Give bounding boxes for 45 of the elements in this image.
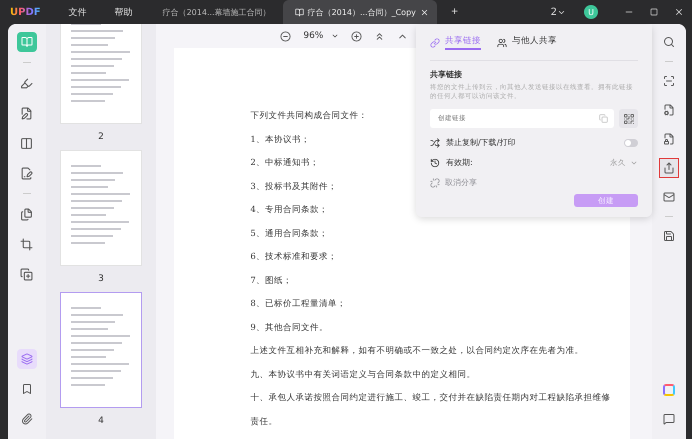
first-page-icon[interactable] [374,30,386,42]
document-text: 4、专用合同条款； [250,204,328,217]
document-text: 九、本协议书中有关词语定义与合同条款中的定义相同。 [250,368,476,382]
app-logo: UPDF [10,6,41,18]
history-icon [430,158,440,168]
document-text: 3、投标书及其附件； [250,180,337,194]
page-count: 2 [550,6,557,18]
link-icon [430,38,440,48]
document-text: 下列文件共同构成合同文件： [250,110,368,123]
zoom-out-icon[interactable] [280,30,292,42]
menu-item[interactable]: 文件 [54,6,101,18]
caret-icon[interactable] [331,32,340,40]
page-thumbnail[interactable] [60,292,142,408]
restrict-icon [430,138,440,148]
qr-code-icon[interactable] [619,109,638,128]
section-heading: 共享链接 [430,69,463,80]
close-icon[interactable] [420,8,429,16]
document-text: 5、通用合同条款； [250,228,328,240]
document-text: 2、中标通知书； [250,157,319,170]
document-text: 6、技术标准和要求； [250,251,337,264]
document-text: 1、本协议书； [250,134,310,146]
users-icon [497,38,507,48]
document-text: 8、已标价工程量清单； [250,298,346,311]
unlink-icon [430,178,440,188]
share-tab[interactable]: 与他人共享 [497,35,557,52]
page-number: 3 [98,274,104,284]
restrict-toggle[interactable] [624,138,638,147]
zoom-in-icon[interactable] [351,30,362,42]
validity-label: 有效期: [446,157,473,168]
page-number: 2 [98,132,104,142]
menu-item[interactable]: 帮助 [100,6,147,18]
document-tab[interactable]: 疗合（2014...幕墙施工合同） [150,0,279,24]
document-text: 9、其他合同文件。 [250,322,328,334]
new-tab-button[interactable]: + [436,7,472,17]
zoom-level[interactable]: 96% [303,31,324,41]
document-tab[interactable]: 疗合（2014）...合同）_Copy [282,0,437,24]
restrict-label: 禁止复制/下载/打印 [446,137,516,148]
page-number: 4 [98,416,104,426]
document-icon [294,8,304,16]
document-text: 十、承包人承诺按照合同约定进行施工、竣工，交付并在缺陷责任期内对工程缺陷承担维修 [250,392,610,405]
layers-icon[interactable] [16,349,37,369]
document-text: 7、图纸； [250,274,292,288]
document-text: 责任。 [250,416,278,428]
document-text: 上述文件互相补充和解释，如有不明确或不一致之处，以合同约定次序在先者为准。 [250,345,584,358]
share-icon[interactable] [659,158,680,178]
